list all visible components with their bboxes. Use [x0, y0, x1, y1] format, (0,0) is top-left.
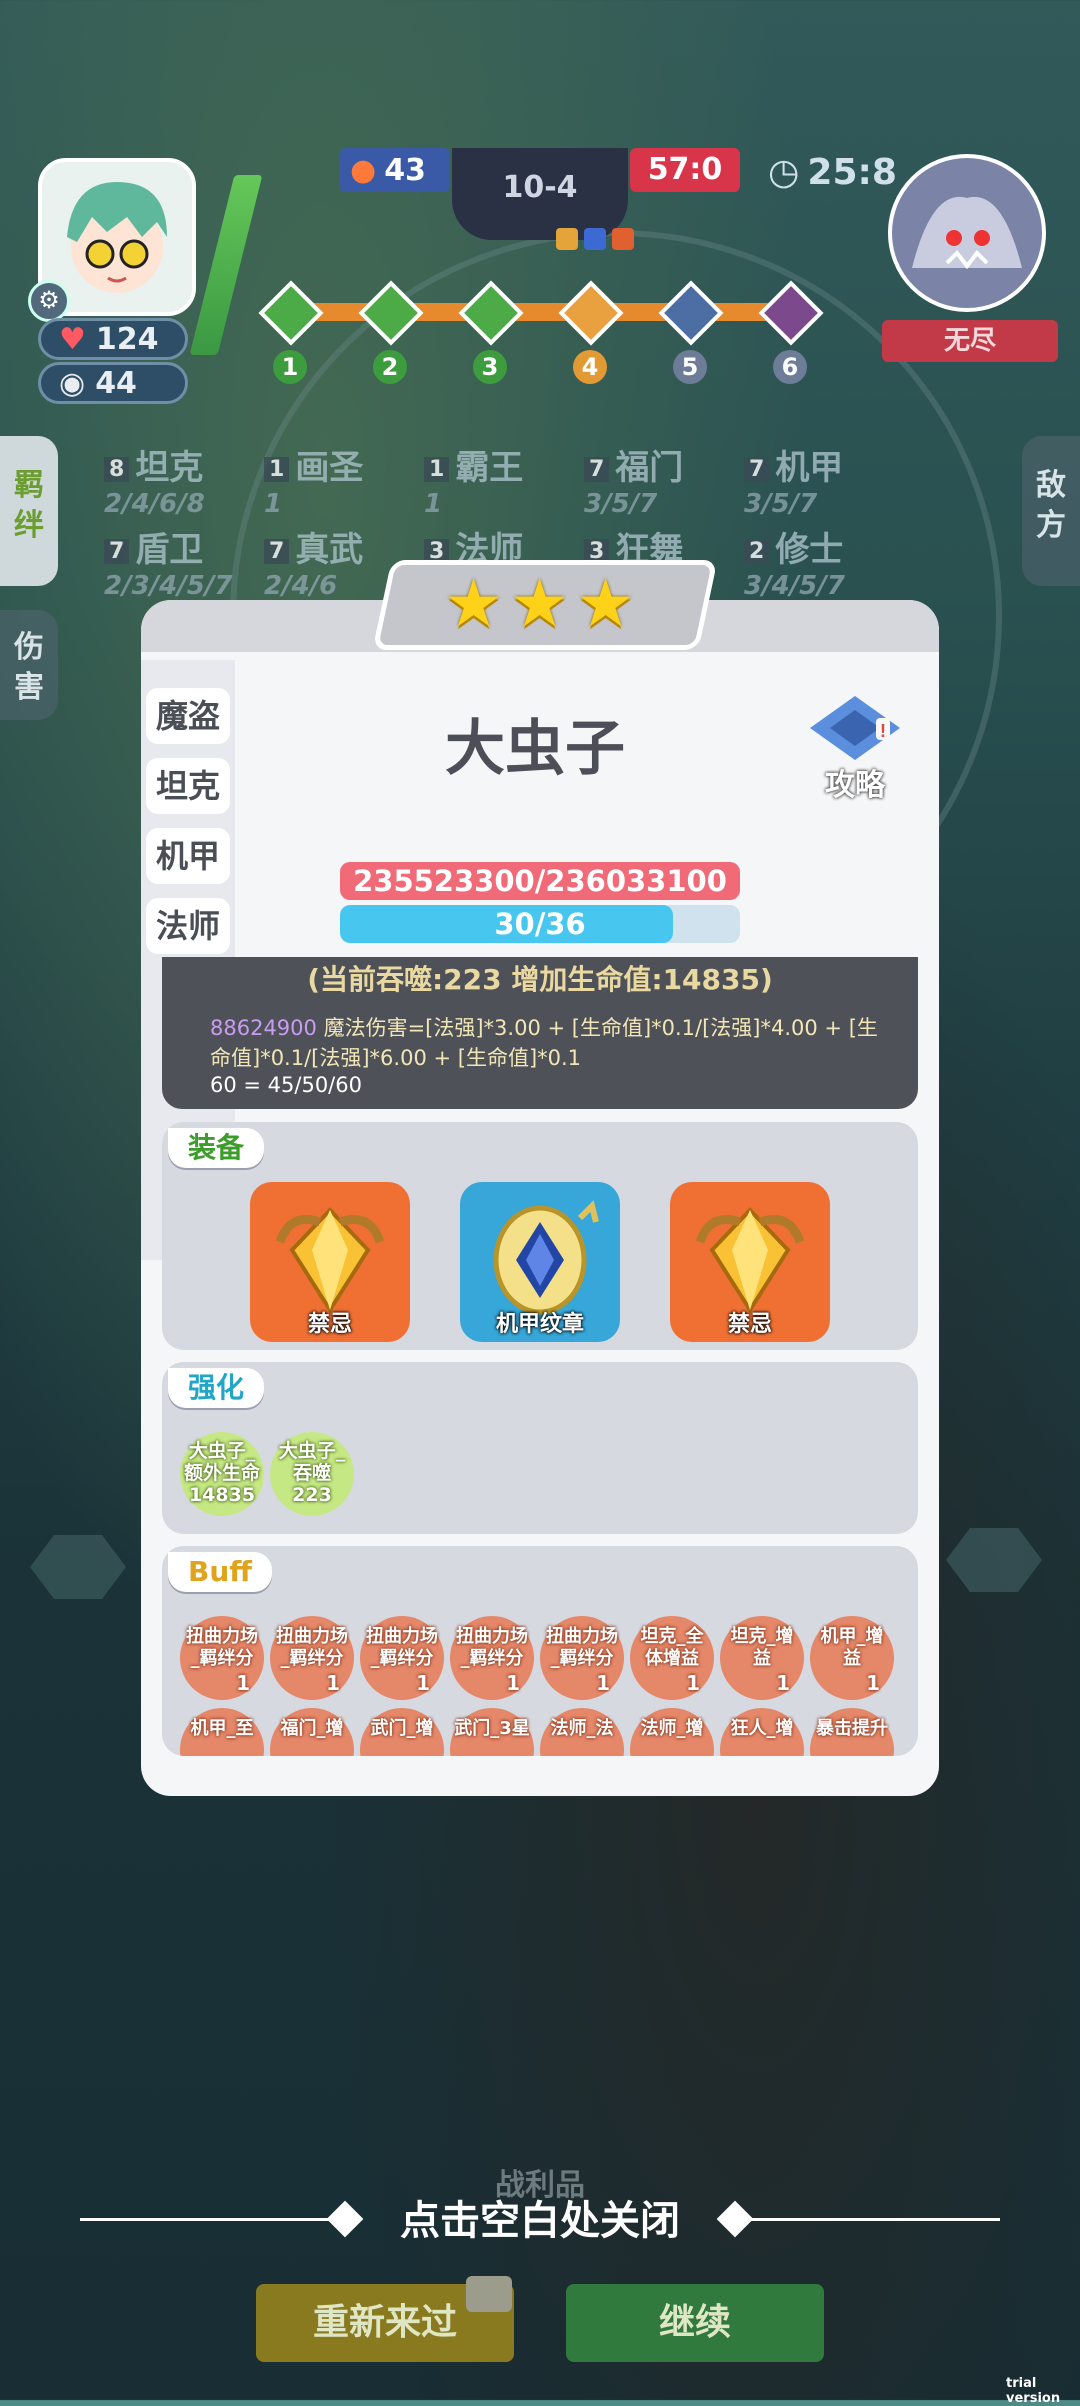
stage-indicator: 10-4: [452, 148, 628, 240]
buff-bubble[interactable]: 扭曲力场 _羁绊分 1: [450, 1616, 534, 1700]
buff-bubble[interactable]: 法师_法: [540, 1708, 624, 1756]
stage-reward-icons: [556, 228, 636, 256]
stage-number: 2: [373, 350, 407, 384]
hero-name: 大虫子: [445, 714, 625, 784]
stage-number: 6: [773, 350, 807, 384]
round-timer: ◷ 25:8: [768, 152, 897, 193]
graduation-cap-icon: !: [810, 696, 900, 760]
skill-description-box: (当前吞噬:223 增加生命值:14835) 88624900 魔法伤害=[法强…: [162, 957, 918, 1109]
fire-counter: ● 43: [340, 148, 450, 192]
svg-text:!: !: [880, 721, 886, 741]
enemy-name-label: 无尽: [882, 320, 1058, 362]
equipment-name: 机甲纹章: [495, 1312, 584, 1337]
continue-button[interactable]: 继续: [566, 2284, 824, 2362]
category-tab[interactable]: 魔盗: [146, 688, 230, 744]
guide-label: 攻略: [825, 768, 885, 803]
buff-bubble[interactable]: 扭曲力场 _羁绊分 1: [270, 1616, 354, 1700]
synergy-item: 7 真武 2/4/6: [264, 530, 364, 601]
synergy-item: 7 福门 3/5/7: [584, 448, 684, 519]
player-gold-value: 44: [95, 365, 137, 401]
equipment-name: 禁忌: [307, 1312, 352, 1337]
stage-number: 3: [473, 350, 507, 384]
hp-bar: 235523300/236033100: [340, 862, 740, 900]
buff-bubble[interactable]: 武门_增: [360, 1708, 444, 1756]
skill-cooldown-line: 60 = 45/50/60: [210, 1073, 362, 1097]
equipment-slot[interactable]: 禁忌: [670, 1182, 830, 1342]
enhancement-bubble[interactable]: 大虫子_ 吞噬 223: [270, 1432, 354, 1516]
category-tab[interactable]: 坦克: [146, 758, 230, 814]
buff-bubble[interactable]: 扭曲力场 _羁绊分 1: [180, 1616, 264, 1700]
buff-bubble[interactable]: 武门_3星: [450, 1708, 534, 1756]
equipment-slot[interactable]: 禁忌: [250, 1182, 410, 1342]
player-hp-value: 124: [95, 321, 159, 357]
synergy-item: 7 盾卫 2/3/4/5/7: [104, 530, 233, 601]
fire-icon: ●: [350, 152, 377, 188]
buff-bubble[interactable]: 狂人_增: [720, 1708, 804, 1756]
guide-button[interactable]: ! 攻略: [800, 688, 910, 803]
buff-bubble[interactable]: 坦克_全 体增益 1: [630, 1616, 714, 1700]
mana-bar-text: 30/36: [494, 907, 586, 941]
tab-enemy[interactable]: 敌方: [1022, 436, 1080, 586]
stage-number: 5: [673, 350, 707, 384]
watermark: trial version: [1006, 2376, 1061, 2406]
mana-bar: 30/36: [340, 905, 740, 943]
category-tab[interactable]: 法师: [146, 898, 230, 954]
player-hp-pill: ♥ 124: [38, 318, 188, 360]
skill-formula: 88624900 魔法伤害=[法强]*3.00 + [生命值]*0.1/[法强]…: [210, 1016, 878, 1070]
video-ad-icon: [466, 2276, 512, 2312]
enhancement-bubble[interactable]: 大虫子_ 额外生命 14835: [180, 1432, 264, 1516]
buff-label: Buff: [168, 1552, 272, 1592]
heart-icon: ♥: [59, 321, 86, 357]
enhancement-label: 强化: [168, 1368, 265, 1408]
synergy-item: 2 修士 3/4/5/7: [744, 530, 845, 601]
synergy-item: 8 坦克 2/4/6/8: [104, 448, 205, 519]
synergy-item: 7 机甲 3/5/7: [744, 448, 844, 519]
equipment-slot[interactable]: 机甲纹章: [460, 1182, 620, 1342]
buff-grid: 扭曲力场 _羁绊分 1 扭曲力场 _羁绊分 1 扭曲力场 _羁绊分 1 扭曲力场 _羁绊分 1 …: [162, 1546, 918, 1756]
tab-synergy[interactable]: 羁绊: [0, 436, 58, 586]
buff-bubble[interactable]: 扭曲力场 _羁绊分 1: [540, 1616, 624, 1700]
equipment-label: 装备: [168, 1128, 265, 1168]
equipment-name: 禁忌: [727, 1312, 772, 1337]
star-icon: ★: [576, 565, 636, 642]
buff-bubble[interactable]: 法师_增: [630, 1708, 714, 1756]
tab-damage[interactable]: 伤害: [0, 610, 58, 720]
category-tab[interactable]: 机甲: [146, 828, 230, 884]
synergy-item: 1 画圣 1: [264, 448, 364, 519]
buff-bubble[interactable]: 扭曲力场 _羁绊分 1: [360, 1616, 444, 1700]
star-icon: ★: [444, 565, 504, 642]
enemy-avatar[interactable]: [888, 154, 1046, 312]
settings-gear-icon[interactable]: ⚙: [28, 280, 70, 322]
buff-bubble[interactable]: 暴击提升: [810, 1708, 894, 1756]
score-badge: 57:0: [630, 148, 740, 192]
star-icon: ★: [510, 565, 570, 642]
loot-label: 战利品: [495, 2168, 585, 2203]
devour-status: (当前吞噬:223 增加生命值:14835): [307, 963, 773, 996]
stage-number: 1: [273, 350, 307, 384]
player-gold-pill: ◉ 44: [38, 362, 188, 404]
clock-icon: ◷: [768, 152, 800, 193]
coin-icon: ◉: [59, 365, 86, 401]
buff-bubble[interactable]: 机甲_至: [180, 1708, 264, 1756]
buff-bubble[interactable]: 机甲_增益 1: [810, 1616, 894, 1700]
buff-bubble[interactable]: 福门_增: [270, 1708, 354, 1756]
synergy-item: 1 霸王 1: [424, 448, 524, 519]
buff-section[interactable]: 扭曲力场 _羁绊分 1 扭曲力场 _羁绊分 1 扭曲力场 _羁绊分 1 扭曲力场 _羁绊分 1 …: [162, 1546, 918, 1756]
buff-bubble[interactable]: 坦克_增益 1: [720, 1616, 804, 1700]
stage-number: 4: [573, 350, 607, 384]
